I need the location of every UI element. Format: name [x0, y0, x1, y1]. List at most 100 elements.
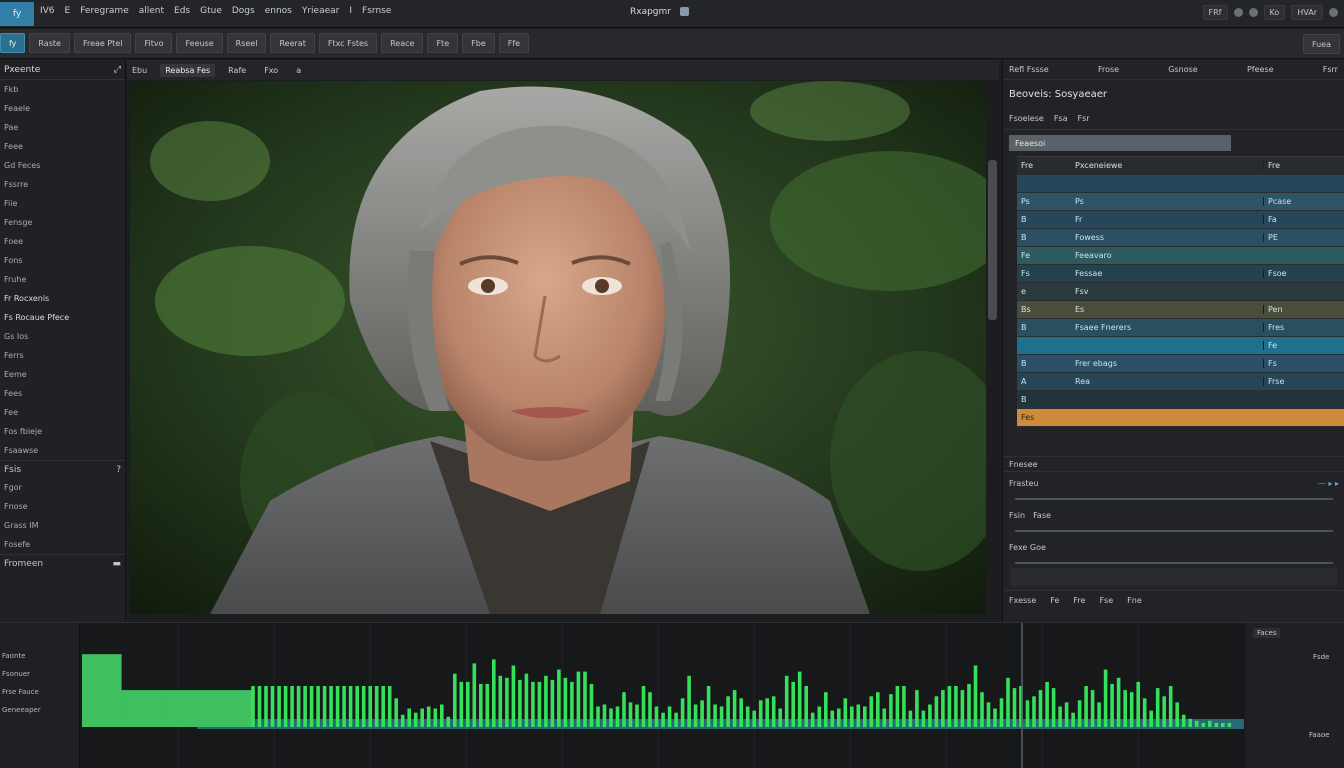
- layer-row[interactable]: B Fr Fa: [1017, 211, 1344, 229]
- layer-row[interactable]: Fs Fessae Fsoe: [1017, 265, 1344, 283]
- toolbar-button[interactable]: Reerat: [270, 33, 315, 53]
- right-bottom-item[interactable]: Fxesse: [1009, 596, 1036, 605]
- layer-row[interactable]: Ps Ps Pcase: [1017, 193, 1344, 211]
- prop-slider-3[interactable]: [1015, 562, 1333, 564]
- collapse-icon[interactable]: ⤢: [114, 65, 121, 75]
- layer-row[interactable]: [1017, 175, 1344, 193]
- timeline-btn-2[interactable]: Fsde: [1313, 653, 1329, 661]
- toolbar-right-button[interactable]: Fuea: [1302, 34, 1340, 54]
- left-panel-item[interactable]: Feee: [0, 137, 125, 156]
- prop-slider-2[interactable]: [1015, 530, 1333, 532]
- record-icon[interactable]: [1233, 8, 1243, 17]
- layer-row[interactable]: e Fsv: [1017, 283, 1344, 301]
- left-panel-item[interactable]: Fs Rocaue Pfece: [0, 308, 125, 327]
- toolbar-button[interactable]: Raste: [29, 33, 70, 53]
- prop-slider-1[interactable]: [1015, 498, 1333, 500]
- settings-icon[interactable]: [1329, 8, 1338, 17]
- left-panel-item[interactable]: Fee: [0, 403, 125, 422]
- menu-item[interactable]: IV6: [40, 6, 55, 16]
- menu-item[interactable]: Gtue: [200, 6, 222, 16]
- right-panel-tab[interactable]: Gsnose: [1168, 65, 1197, 74]
- left-panel-item[interactable]: Feaele: [0, 99, 125, 118]
- timeline-btn-1[interactable]: Faces: [1253, 628, 1281, 638]
- viewer-tab[interactable]: a: [291, 64, 306, 77]
- mini-timeline-strip[interactable]: [1011, 568, 1337, 586]
- right-bottom-item[interactable]: Fse: [1099, 596, 1113, 605]
- menu-item[interactable]: Eds: [174, 6, 190, 16]
- playback-controls[interactable]: — ▸ ▸: [1318, 479, 1339, 488]
- image-viewer[interactable]: [130, 81, 986, 614]
- left-panel-item[interactable]: Fruhe: [0, 270, 125, 289]
- left-panel-item[interactable]: Fensge: [0, 213, 125, 232]
- right-panel-subnav-item[interactable]: Fsr: [1078, 114, 1090, 123]
- left-panel-item[interactable]: Fgor: [0, 478, 125, 497]
- layer-row[interactable]: B Fsaee Fnerers Fres: [1017, 319, 1344, 337]
- layout-button[interactable]: Ko: [1263, 5, 1286, 20]
- timeline-track-label[interactable]: Faonte: [0, 647, 79, 665]
- layer-row[interactable]: Fes: [1017, 409, 1344, 427]
- workspace-button[interactable]: FRf: [1202, 5, 1228, 20]
- left-panel-item[interactable]: Fiie: [0, 194, 125, 213]
- right-bottom-item[interactable]: Fe: [1050, 596, 1059, 605]
- left-panel-item[interactable]: Fsaawse: [0, 441, 125, 460]
- menu-item[interactable]: ennos: [265, 6, 292, 16]
- right-panel-tab[interactable]: Refl Fssse: [1009, 65, 1049, 74]
- expand-icon[interactable]: ▬: [112, 559, 121, 569]
- toolbar-button[interactable]: Feeuse: [176, 33, 223, 53]
- layer-row[interactable]: Fe: [1017, 337, 1344, 355]
- timeline-track-label[interactable]: Geneeaper: [0, 701, 79, 719]
- left-panel-item[interactable]: Fos fbieje: [0, 422, 125, 441]
- left-panel-item[interactable]: Fons: [0, 251, 125, 270]
- right-panel-tab[interactable]: Pfeese: [1247, 65, 1274, 74]
- app-logo-badge[interactable]: fy: [0, 2, 34, 26]
- toolbar-button[interactable]: Reace: [381, 33, 424, 53]
- help-icon[interactable]: ?: [116, 465, 121, 475]
- menu-item[interactable]: I: [349, 6, 352, 16]
- left-panel-item[interactable]: Fkb: [0, 80, 125, 99]
- left-panel-item[interactable]: Fees: [0, 384, 125, 403]
- timeline-track-label[interactable]: Frse Fauce: [0, 683, 79, 701]
- left-panel-item[interactable]: Fr Rocxenis: [0, 289, 125, 308]
- toolbar-button[interactable]: Freae Ptel: [73, 33, 132, 53]
- left-panel-item[interactable]: Ferrs: [0, 346, 125, 365]
- left-panel-item[interactable]: Fnose: [0, 497, 125, 516]
- left-panel-item[interactable]: Eeme: [0, 365, 125, 384]
- view-button[interactable]: HVAr: [1291, 5, 1323, 20]
- toolbar-button[interactable]: Fitvo: [135, 33, 173, 53]
- audio-waveform[interactable]: [82, 623, 1244, 768]
- right-panel-tab[interactable]: Frose: [1098, 65, 1119, 74]
- toolbar-button[interactable]: Ffe: [498, 33, 530, 53]
- right-bottom-item[interactable]: Fre: [1073, 596, 1085, 605]
- left-panel-item[interactable]: Gs Ios: [0, 327, 125, 346]
- toolbar-button[interactable]: fy: [0, 33, 26, 53]
- left-panel-item[interactable]: Grass IM: [0, 516, 125, 535]
- menu-item[interactable]: Feregrame: [80, 6, 129, 16]
- toolbar-button[interactable]: Rseel: [226, 33, 267, 53]
- layer-row[interactable]: B Frer ebags Fs: [1017, 355, 1344, 373]
- left-panel-item[interactable]: Gd Feces: [0, 156, 125, 175]
- toolbar-button[interactable]: Fte: [427, 33, 459, 53]
- left-panel-item[interactable]: Fssrre: [0, 175, 125, 194]
- layer-search-input[interactable]: Feaesoi: [1009, 135, 1231, 151]
- right-panel-tab[interactable]: Fsrr: [1323, 65, 1338, 74]
- timeline-btn-3[interactable]: Faaoe: [1309, 731, 1330, 739]
- menu-item[interactable]: Yrieaear: [302, 6, 340, 16]
- viewer-scrollbar[interactable]: [988, 160, 997, 320]
- layer-row[interactable]: Bs Es Pen: [1017, 301, 1344, 319]
- left-panel-item[interactable]: Pae: [0, 118, 125, 137]
- viewer-tab[interactable]: Ebu: [127, 64, 152, 77]
- viewer-tab[interactable]: Fxo: [259, 64, 283, 77]
- right-panel-subnav-item[interactable]: Fsoelese: [1009, 114, 1044, 123]
- layer-row[interactable]: Fe Feeavaro: [1017, 247, 1344, 265]
- layer-row[interactable]: A Rea Frse: [1017, 373, 1344, 391]
- toolbar-button[interactable]: Ftxc Fstes: [318, 33, 378, 53]
- left-panel-item[interactable]: Foee: [0, 232, 125, 251]
- toolbar-button[interactable]: Fbe: [462, 33, 495, 53]
- left-panel-item[interactable]: Fosefe: [0, 535, 125, 554]
- right-panel-subnav-item[interactable]: Fsa: [1054, 114, 1068, 123]
- layer-row[interactable]: B Fowess PE: [1017, 229, 1344, 247]
- menu-item[interactable]: Dogs: [232, 6, 255, 16]
- viewer-tab[interactable]: Reabsa Fes: [160, 63, 216, 77]
- menu-item[interactable]: E: [65, 6, 71, 16]
- timeline-track-label[interactable]: Fsonuer: [0, 665, 79, 683]
